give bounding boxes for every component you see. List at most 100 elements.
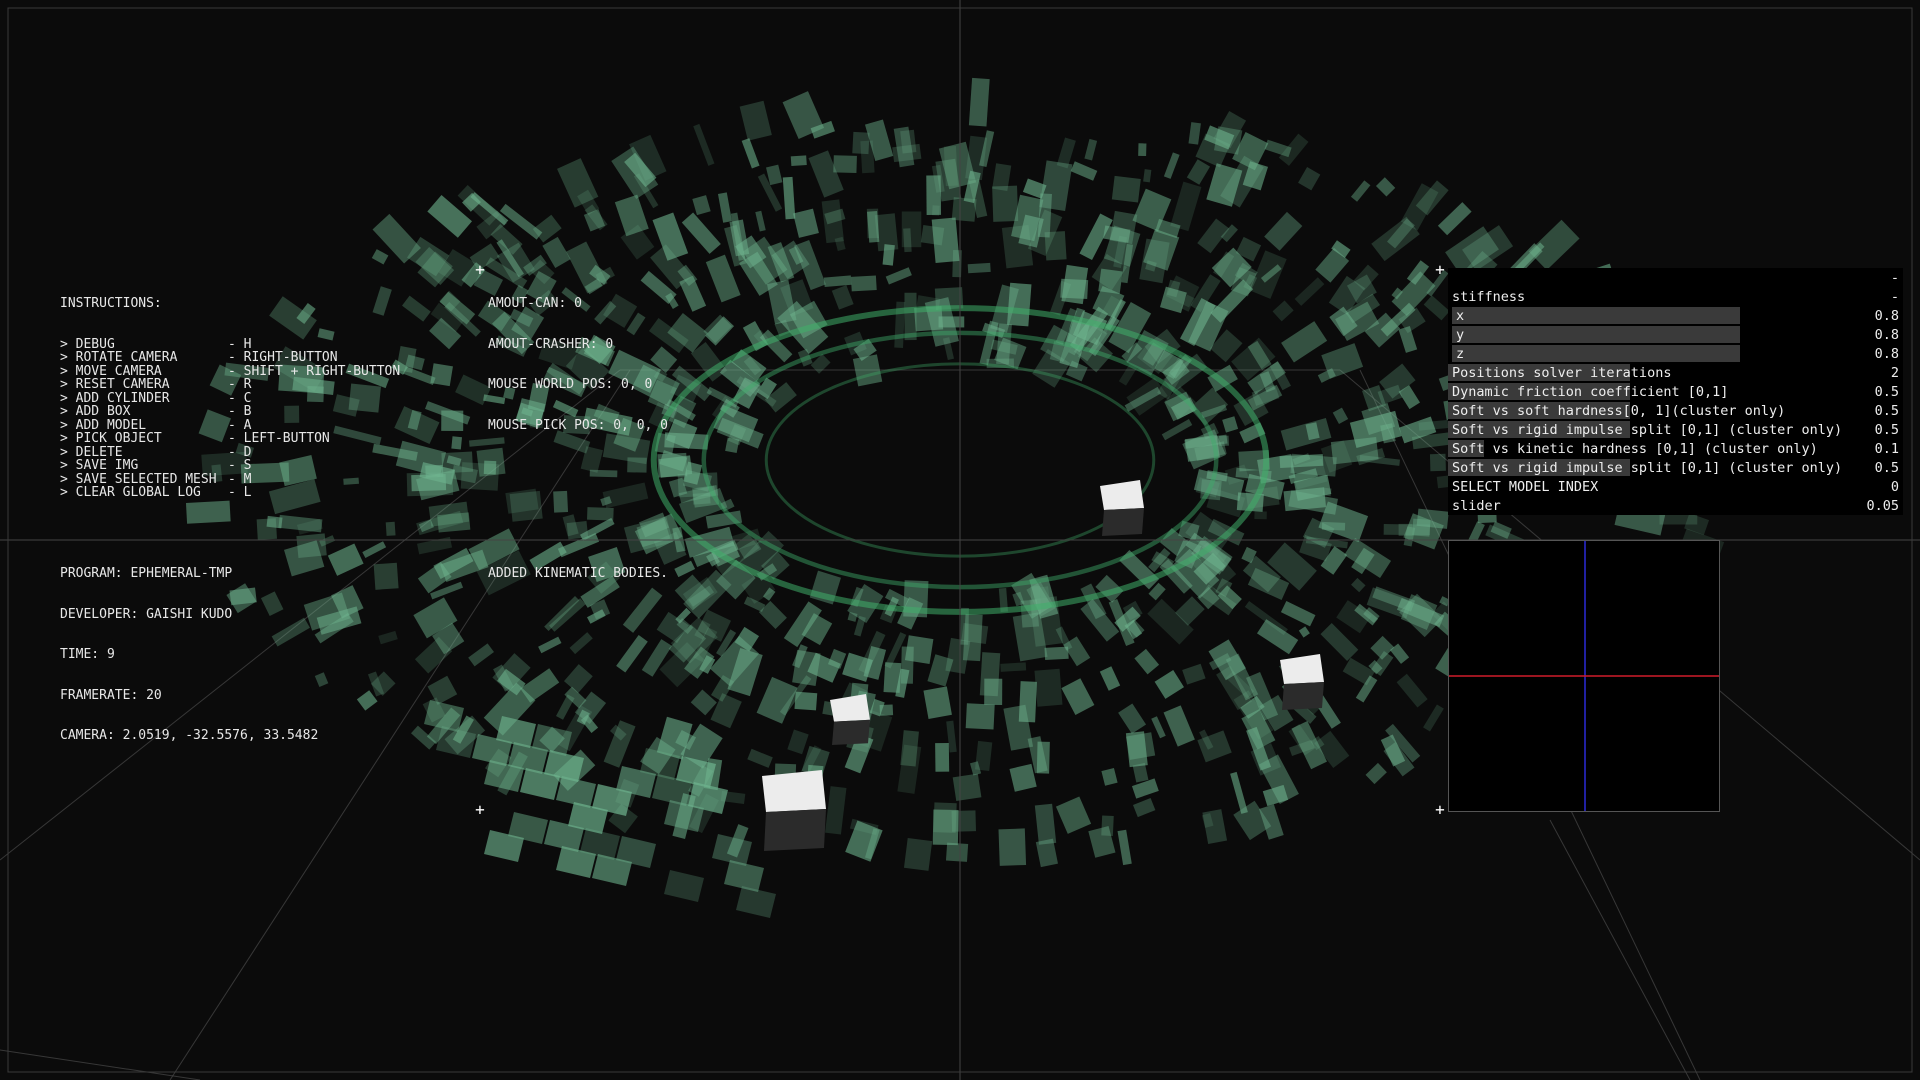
mesh-fragment	[1084, 138, 1098, 161]
mesh-fragment	[1034, 668, 1063, 707]
mesh-fragment	[385, 521, 396, 536]
gui-slider-row[interactable]: Soft vs kinetic hardness [0,1] (cluster …	[1448, 439, 1903, 458]
gui-header[interactable]: -	[1448, 268, 1903, 287]
instruction-line: > PICK OBJECT - LEFT-BUTTON	[60, 432, 400, 446]
mesh-fragment	[1001, 224, 1034, 269]
crosshair-icon: +	[1435, 260, 1445, 279]
mesh-fragment	[756, 676, 798, 724]
mesh-fragment	[967, 262, 991, 274]
gui-slider-row[interactable]: x 0.8	[1448, 306, 1903, 325]
slider-label: Positions solver iterations	[1452, 365, 1672, 381]
box-side	[832, 719, 870, 745]
global-log-message: ADDED KINEMATIC BODIES.	[488, 566, 669, 581]
mesh-fragment	[1186, 159, 1211, 185]
slider-fill	[1452, 307, 1740, 324]
mesh-fragment	[1298, 167, 1321, 191]
mesh-fragment	[793, 208, 819, 238]
box-top	[1280, 654, 1324, 684]
gui-slider-row[interactable]: Soft vs soft hardness[0, 1](cluster only…	[1448, 401, 1903, 420]
instruction-line: > SAVE SELECTED MESH - M	[60, 471, 400, 487]
mesh-fragment	[1423, 704, 1444, 732]
gui-slider-row[interactable]: SELECT MODEL INDEX 0	[1448, 477, 1903, 496]
mesh-fragment	[1018, 681, 1037, 723]
mesh-fragment	[616, 634, 648, 673]
mesh-fragment	[823, 275, 852, 288]
instruction-line: > ROTATE CAMERA - RIGHT-BUTTON	[60, 351, 400, 365]
amount-crasher-text: AMOUT-CRASHER: 0	[488, 336, 614, 352]
instruction-key: > ADD MODEL	[60, 417, 147, 433]
box-side	[764, 809, 826, 851]
mesh-fragment	[1034, 803, 1057, 845]
mesh-fragment	[923, 686, 952, 719]
mesh-fragment	[852, 354, 883, 387]
mesh-fragment	[1281, 321, 1328, 363]
gui-slider-row[interactable]: slider 0.05	[1448, 496, 1903, 515]
gui-slider-row[interactable]: y 0.8	[1448, 325, 1903, 344]
mesh-fragment	[1151, 716, 1166, 739]
floor-tile	[736, 886, 776, 918]
box-top	[762, 770, 826, 812]
mesh-fragment	[476, 447, 506, 477]
box-top	[830, 694, 870, 722]
slider-value: 0.5	[1874, 384, 1899, 400]
mesh-fragment	[825, 786, 847, 835]
mesh-fragment	[1365, 762, 1387, 785]
mesh-fragment	[904, 635, 934, 664]
mesh-fragment	[602, 482, 649, 509]
mesh-fragment	[1070, 161, 1098, 181]
grid-line	[1549, 819, 1691, 1080]
mesh-fragment	[622, 587, 663, 633]
slider-value: 2	[1890, 365, 1899, 381]
gui-slider-row[interactable]: Positions solver iterations 2	[1448, 363, 1903, 382]
mesh-fragment	[1320, 622, 1359, 661]
mesh-fragment	[1294, 277, 1325, 306]
mesh-fragment	[589, 469, 618, 478]
instruction-value: - SHIFT + RIGHT-BUTTON	[228, 363, 401, 379]
mesh-fragment	[1298, 626, 1310, 638]
instruction-key: > RESET CAMERA	[60, 377, 170, 392]
slider-value: 0.1	[1874, 441, 1899, 457]
mesh-fragment	[833, 155, 857, 174]
mesh-fragment	[1131, 778, 1159, 799]
grid-line	[0, 1049, 201, 1080]
instruction-key: > SAVE SELECTED MESH	[60, 471, 217, 487]
mesh-fragment	[1138, 143, 1147, 157]
mesh-fragment	[931, 217, 960, 264]
mesh-fragment	[897, 744, 922, 794]
mesh-fragment	[1262, 784, 1289, 807]
instruction-line: > CLEAR GLOBAL LOG - L	[60, 486, 400, 500]
mesh-fragment	[1429, 453, 1446, 472]
mesh-fragment	[1044, 646, 1069, 660]
mesh-fragment	[1375, 177, 1396, 197]
instructions-panel: INSTRUCTIONS: > DEBUG - H > ROTATE CAMERA -…	[60, 270, 400, 513]
framerate-text: FRAMERATE: 20	[60, 687, 162, 703]
mesh-fragment	[1350, 180, 1371, 202]
instructions-list: > DEBUG - H > ROTATE CAMERA - RIGHT-BUTTON >…	[60, 337, 401, 500]
gui-collapse-button[interactable]: -	[1891, 270, 1899, 286]
stiffness-group-header[interactable]: stiffness -	[1448, 287, 1903, 306]
mesh-fragment	[787, 729, 809, 755]
mesh-fragment	[792, 649, 821, 686]
stiffness-group-label: stiffness	[1452, 289, 1526, 305]
mesh-fragment	[1396, 673, 1428, 708]
mesh-fragment	[373, 562, 399, 590]
mesh-fragment	[1213, 126, 1243, 155]
mesh-fragment	[968, 77, 990, 127]
mesh-fragment	[327, 543, 364, 576]
mesh-fragment	[1283, 487, 1327, 512]
mesh-fragment	[1061, 678, 1095, 715]
gui-slider-row[interactable]: z 0.8	[1448, 344, 1903, 363]
gui-slider-row[interactable]: Dynamic friction coefficient [0,1] 0.5	[1448, 382, 1903, 401]
stiffness-collapse-button[interactable]: -	[1891, 289, 1899, 305]
mesh-fragment	[549, 598, 586, 632]
instruction-key: > ROTATE CAMERA	[60, 350, 178, 365]
instruction-key: > DELETE	[60, 444, 123, 460]
gui-slider-row[interactable]: Soft vs rigid impulse split [0,1] (clust…	[1448, 420, 1903, 439]
mesh-fragment	[378, 630, 398, 645]
gui-slider-row[interactable]: Soft vs rigid impulse split [0,1] (clust…	[1448, 458, 1903, 477]
mesh-fragment	[564, 664, 593, 694]
axis-preview	[1448, 540, 1720, 812]
crosshair-icon: +	[1435, 800, 1445, 819]
mesh-fragment	[1101, 767, 1118, 786]
slider-fill	[1452, 326, 1740, 343]
